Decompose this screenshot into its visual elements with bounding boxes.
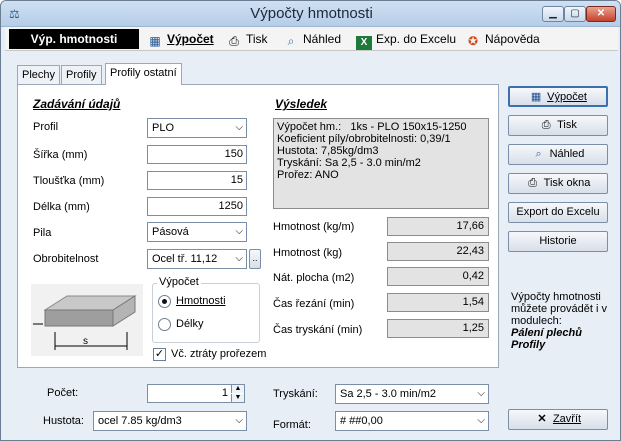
input-section-title: Zadávání údajů (33, 97, 121, 111)
title-bar: ⚖ Výpočty hmotnosti ▁ ▢ ✕ (1, 1, 620, 27)
hustota-select[interactable]: ocel 7.85 kg/dm3 ⌵ (93, 411, 247, 431)
pila-select[interactable]: Pásová ⌵ (147, 222, 247, 242)
vypocet-group-title: Výpočet (157, 276, 201, 288)
hustota-label: Hustota: (43, 415, 84, 427)
menu-title-vyp-hmotnosti: Výp. hmotnosti (9, 29, 139, 49)
tloustka-input[interactable]: 15 (147, 171, 247, 190)
calculator-icon: ▦ (530, 91, 542, 103)
result-line: Hustota: 7,85kg/dm3 (277, 145, 379, 157)
minimize-button[interactable]: ▁ (542, 6, 564, 22)
delka-input[interactable]: 1250 (147, 197, 247, 216)
tisk-button[interactable]: ⎙ Tisk (508, 115, 608, 136)
format-select[interactable]: # ##0,00 ⌵ (335, 411, 489, 431)
ztraty-checkbox-label: Vč. ztráty prořezem (171, 348, 267, 360)
module-profily: Profily (511, 339, 546, 351)
obrobitelnost-select[interactable]: Ocel tř. 11,12 ⌵ (147, 249, 247, 269)
tab-plechy[interactable]: Plechy (17, 65, 61, 84)
radio-hmotnosti-label: Hmotnosti (176, 295, 226, 307)
sirka-input[interactable]: 150 (147, 145, 247, 164)
tab-profily-ostatni[interactable]: Profily ostatní (105, 63, 182, 85)
chevron-down-icon: ⌵ (477, 415, 485, 426)
result-section-title: Výsledek (275, 97, 328, 111)
sirka-label: Šířka (mm) (33, 149, 88, 161)
zavrit-button[interactable]: ✕ Zavřít (508, 409, 608, 430)
menu-nahled[interactable]: ⌕ Náhled (283, 30, 341, 48)
delka-label: Délka (mm) (33, 201, 90, 213)
profil-label: Profil (33, 121, 59, 133)
hmotnost-kgm-label: Hmotnost (kg/m) (273, 221, 355, 233)
chevron-down-icon: ⌵ (477, 388, 485, 399)
hmotnost-kg-value: 22,43 (387, 242, 489, 261)
printer-icon: ⎙ (229, 34, 239, 48)
menu-tisk[interactable]: ⎙ Tisk (226, 30, 267, 48)
pila-label: Pila (33, 227, 52, 239)
export-excel-button[interactable]: Export do Excelu (508, 202, 608, 223)
obrobitelnost-label: Obrobitelnost (33, 253, 99, 265)
preview-icon: ⌕ (535, 148, 542, 160)
result-line: Tryskání: Sa 2,5 - 3.0 min/m2 (277, 157, 421, 169)
tryskani-label: Tryskání: (273, 388, 318, 400)
menu-vypocet[interactable]: ▦ Výpočet (147, 30, 213, 48)
close-icon: ✕ (537, 413, 547, 425)
app-window: ⚖ Výpočty hmotnosti ▁ ▢ ✕ Výp. hmotnosti… (0, 0, 621, 441)
format-label: Formát: (273, 419, 311, 431)
hmotnost-kgm-value: 17,66 (387, 217, 489, 236)
tryskani-select[interactable]: Sa 2,5 - 3.0 min/m2 ⌵ (335, 384, 489, 404)
spin-down-icon[interactable]: ▼ (231, 394, 244, 402)
obrobitelnost-more-button[interactable]: .. (249, 249, 261, 269)
menu-export-excel[interactable]: X Exp. do Excelu (356, 30, 456, 50)
printer-icon: ⎙ (541, 119, 551, 131)
spin-up-icon[interactable]: ▲ (231, 385, 244, 393)
profile-diagram: s (31, 284, 143, 356)
result-textbox: Výpočet hm.: 1ks - PLO 150x15-1250 Koefic… (273, 118, 489, 209)
historie-button[interactable]: Historie (508, 231, 608, 252)
help-lifebuoy-icon: ✪ (467, 34, 479, 48)
close-button[interactable]: ✕ (586, 6, 616, 22)
excel-icon: X (356, 36, 372, 50)
chevron-down-icon: ⌵ (235, 122, 243, 133)
menu-bar: Výp. hmotnosti ▦ Výpočet ⎙ Tisk ⌕ Náhled XE… (5, 27, 618, 51)
chevron-down-icon: ⌵ (235, 226, 243, 237)
menu-napoveda[interactable]: ✪ Nápověda (465, 30, 540, 48)
nahled-button[interactable]: ⌕ Náhled (508, 144, 608, 165)
pocet-label: Počet: (47, 387, 79, 399)
hmotnost-kg-label: Hmotnost (kg) (273, 247, 343, 259)
cas-rezani-label: Čas řezání (min) (273, 298, 355, 310)
nat-plocha-value: 0,42 (387, 267, 489, 286)
cas-tryskani-value: 1,25 (387, 319, 489, 338)
window-title: Výpočty hmotnosti (250, 5, 373, 22)
tab-profily[interactable]: Profily (61, 65, 102, 84)
chevron-down-icon: ⌵ (235, 415, 243, 426)
cas-tryskani-label: Čas tryskání (min) (273, 324, 363, 336)
module-paleni-plechu: Pálení plechů (511, 327, 582, 339)
tloustka-label: Tloušťka (mm) (33, 175, 105, 187)
dimension-label-s: s (83, 336, 88, 347)
profil-select[interactable]: PLO ⌵ (147, 118, 247, 138)
ztraty-checkbox[interactable]: ✓ (153, 348, 166, 361)
nat-plocha-label: Nát. plocha (m2) (273, 272, 355, 284)
tisk-okna-button[interactable]: ⎙ Tisk okna (508, 173, 608, 194)
calculator-icon: ▦ (149, 34, 161, 48)
printer-icon: ⎙ (528, 177, 538, 189)
chevron-down-icon: ⌵ (235, 253, 243, 264)
radio-delky[interactable] (158, 318, 171, 331)
vypocet-button[interactable]: ▦ Výpočet (508, 86, 608, 107)
modules-note: Výpočty hmotnosti můžete provádět i v mo… (511, 291, 611, 351)
result-line: Prořez: ANO (277, 169, 339, 181)
modules-note-text: Výpočty hmotnosti můžete provádět i v mo… (511, 291, 607, 327)
result-line: Koeficient píly/obrobitelnosti: 0,39/1 (277, 133, 451, 145)
cas-rezani-value: 1,54 (387, 293, 489, 312)
preview-icon: ⌕ (287, 34, 295, 48)
radio-delky-label: Délky (176, 318, 204, 330)
bar-front-face (44, 309, 114, 327)
radio-hmotnosti[interactable] (158, 295, 171, 308)
maximize-button[interactable]: ▢ (564, 6, 586, 22)
result-line: Výpočet hm.: 1ks - PLO 150x15-1250 (277, 121, 467, 133)
vypocet-group (152, 283, 260, 343)
